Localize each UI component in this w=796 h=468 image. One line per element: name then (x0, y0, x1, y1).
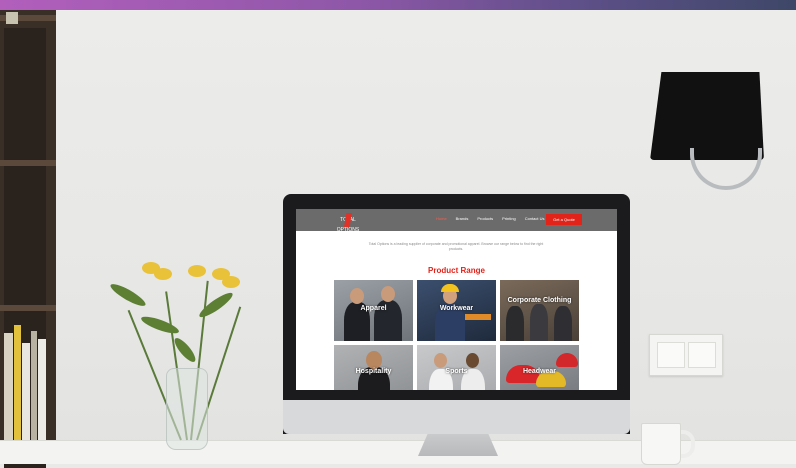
red-cap-icon (556, 353, 578, 367)
category-tile-hospitality[interactable]: Hospitality (334, 345, 413, 390)
shelf-board (0, 160, 56, 166)
category-label: Sports (445, 368, 468, 375)
monitor-chin (283, 400, 630, 434)
get-quote-button[interactable]: Get a Quote (546, 214, 582, 225)
category-tile-sports[interactable]: Sports (417, 345, 496, 390)
intro-text: Total Options is a leading supplier of c… (368, 242, 544, 251)
monitor-stand (418, 434, 498, 456)
switch-rocker (657, 342, 685, 368)
book (14, 325, 21, 443)
book (38, 339, 46, 443)
category-label: Workwear (439, 305, 474, 312)
book (22, 343, 30, 443)
flower (222, 276, 240, 288)
category-tile-workwear[interactable]: Workwear (417, 280, 496, 341)
person-figure (530, 304, 548, 341)
nav-item-contact[interactable]: Contact Us (525, 216, 545, 221)
shelf-board (0, 305, 56, 311)
nav-item-products[interactable]: Products (477, 216, 493, 221)
coffee-mug-icon (641, 423, 681, 465)
person-head (466, 353, 479, 368)
website-navbar: TOTAL OPTIONS Home Brands Products Print… (296, 209, 617, 233)
top-gradient-bar (0, 0, 796, 10)
nav-item-home[interactable]: Home (436, 216, 447, 221)
product-range-heading: Product Range (428, 266, 485, 275)
vase (166, 368, 208, 450)
site-logo[interactable]: TOTAL OPTIONS (329, 213, 367, 233)
category-label: Hospitality (355, 368, 392, 375)
category-label: Headwear (522, 368, 557, 375)
category-tile-headwear[interactable]: Headwear (500, 345, 579, 390)
category-label: Apparel (360, 305, 387, 312)
category-label: Corporate Clothing (507, 297, 572, 304)
bookshelf-icon (0, 10, 56, 468)
nav-item-brands[interactable]: Brands (456, 216, 469, 221)
logo-mark-icon (344, 213, 352, 227)
book (6, 12, 18, 24)
desk-lamp-icon (650, 72, 764, 160)
switch-rocker (688, 342, 716, 368)
tool (465, 314, 491, 320)
hard-hat-icon (441, 284, 459, 292)
person-head (381, 286, 395, 302)
category-tile-apparel[interactable]: Apparel (334, 280, 413, 341)
nav-item-printing[interactable]: Printing (502, 216, 516, 221)
book (4, 333, 13, 443)
flower (154, 268, 172, 280)
person-head (434, 353, 447, 368)
website-screen: TOTAL OPTIONS Home Brands Products Print… (296, 209, 617, 390)
person-head (350, 288, 364, 304)
category-tile-corporate-clothing[interactable]: Corporate Clothing (500, 280, 579, 341)
person-figure (506, 306, 524, 341)
flower (188, 265, 206, 277)
person-head (366, 351, 382, 369)
person-figure (554, 306, 572, 341)
book (31, 331, 37, 443)
nav-links: Home Brands Products Printing Contact Us (436, 216, 545, 221)
light-switch-icon (649, 334, 723, 376)
